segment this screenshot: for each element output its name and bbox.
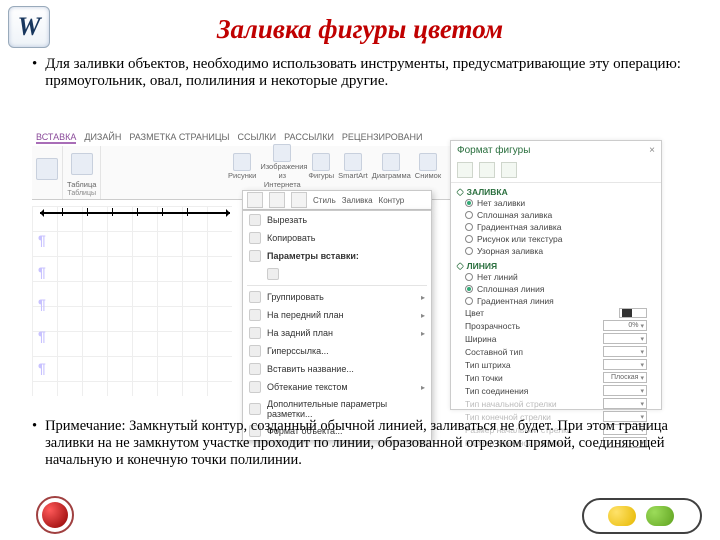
pilcrow-icon: ¶ [38, 296, 46, 312]
ctx-cut[interactable]: Вырезать [243, 211, 431, 229]
line-solid[interactable]: Сплошная линия [457, 283, 655, 295]
line-transparency[interactable]: Прозрачность0% [457, 319, 655, 332]
pilcrow-icon: ¶ [38, 232, 46, 248]
ctx-hyperlink[interactable]: Гиперссылка... [243, 342, 431, 360]
document-canvas[interactable]: ¶ ¶ ¶ ¶ ¶ [32, 206, 232, 396]
line-dash[interactable]: Тип штриха [457, 358, 655, 371]
line-compound[interactable]: Составной тип [457, 345, 655, 358]
format-shape-pane[interactable]: Формат фигуры × ЗАЛИВКА Нет заливки Спло… [450, 140, 662, 410]
nav-green-button[interactable] [646, 506, 674, 526]
shapes-button[interactable] [312, 153, 330, 171]
body-text-2: •Примечание: Замкнутый контур, созданный… [32, 418, 696, 469]
line-heading[interactable]: ЛИНИЯ [457, 261, 655, 271]
paste-option-icon[interactable] [267, 268, 279, 280]
ctx-wrap[interactable]: Обтекание текстом▸ [243, 378, 431, 396]
online-pictures-button[interactable] [273, 144, 291, 162]
pane-title: Формат фигуры [457, 145, 530, 156]
nav-back-button[interactable] [42, 502, 68, 528]
fill-pattern[interactable]: Узорная заливка [457, 245, 655, 257]
pilcrow-icon: ¶ [38, 264, 46, 280]
page-title: Заливка фигуры цветом [0, 14, 720, 45]
body1-text: Для заливки объектов, необходимо использ… [45, 56, 696, 90]
nav-yellow-button[interactable] [608, 506, 636, 526]
mini-toolbar[interactable]: Стиль Заливка Контур [242, 190, 432, 210]
tab-insert[interactable]: ВСТАВКА [36, 132, 76, 144]
table-button[interactable] [71, 153, 93, 175]
fill-button[interactable] [269, 192, 285, 208]
ctx-copy[interactable]: Копировать [243, 229, 431, 247]
pictures-button[interactable] [233, 153, 251, 171]
arrow-shape[interactable] [40, 212, 230, 214]
tab-design[interactable]: ДИЗАЙН [84, 132, 121, 144]
fill-heading[interactable]: ЗАЛИВКА [457, 187, 655, 197]
screenshot-button[interactable] [419, 153, 437, 171]
tab-review[interactable]: РЕЦЕНЗИРОВАНИ [342, 132, 423, 144]
ctx-send-back[interactable]: На задний план▸ [243, 324, 431, 342]
ctx-group[interactable]: Группировать▸ [243, 288, 431, 306]
fill-solid[interactable]: Сплошная заливка [457, 209, 655, 221]
pilcrow-icon: ¶ [38, 360, 46, 376]
begin-arrow-type: Тип начальной стрелки [457, 397, 655, 410]
ctx-caption[interactable]: Вставить название... [243, 360, 431, 378]
fill-gradient[interactable]: Градиентная заливка [457, 221, 655, 233]
context-menu[interactable]: Вырезать Копировать Параметры вставки: Г… [242, 210, 432, 441]
line-gradient[interactable]: Градиентная линия [457, 295, 655, 307]
ribbon-group-pages [32, 146, 63, 199]
style-button[interactable] [247, 192, 263, 208]
smartart-button[interactable] [344, 153, 362, 171]
line-join[interactable]: Тип соединения [457, 384, 655, 397]
body2-text: Примечание: Замкнутый контур, созданный … [45, 418, 696, 469]
fill-picture[interactable]: Рисунок или текстура [457, 233, 655, 245]
pages-icon[interactable] [36, 158, 58, 180]
word-screenshot: ВСТАВКА ДИЗАЙН РАЗМЕТКА СТРАНИЦЫ ССЫЛКИ … [32, 130, 662, 410]
tab-layout[interactable]: РАЗМЕТКА СТРАНИЦЫ [129, 132, 229, 144]
line-width[interactable]: Ширина [457, 332, 655, 345]
paste-icon [249, 250, 261, 262]
ribbon-group-tables: Таблица Таблицы [63, 146, 101, 199]
group-icon [249, 291, 261, 303]
back-icon [249, 327, 261, 339]
tab-mailings[interactable]: РАССЫЛКИ [284, 132, 334, 144]
effects-tab-icon[interactable] [479, 162, 495, 178]
layout-tab-icon[interactable] [501, 162, 517, 178]
link-icon [249, 345, 261, 357]
cut-icon [249, 214, 261, 226]
pilcrow-icon: ¶ [38, 328, 46, 344]
layout-icon [249, 403, 261, 415]
line-none[interactable]: Нет линий [457, 271, 655, 283]
copy-icon [249, 232, 261, 244]
nav-buttons [582, 498, 702, 534]
outline-button[interactable] [291, 192, 307, 208]
ctx-paste-options[interactable]: Параметры вставки: [243, 247, 431, 265]
chart-button[interactable] [382, 153, 400, 171]
close-icon[interactable]: × [649, 145, 655, 156]
body-text-1: •Для заливки объектов, необходимо исполь… [32, 56, 696, 90]
fill-tab-icon[interactable] [457, 162, 473, 178]
line-cap[interactable]: Тип точкиПлоская [457, 371, 655, 384]
ctx-paste-icons[interactable] [243, 265, 431, 283]
caption-icon [249, 363, 261, 375]
wrap-icon [249, 381, 261, 393]
ctx-bring-front[interactable]: На передний план▸ [243, 306, 431, 324]
front-icon [249, 309, 261, 321]
tab-references[interactable]: ССЫЛКИ [238, 132, 277, 144]
line-color[interactable]: Цвет [457, 307, 655, 319]
fill-none[interactable]: Нет заливки [457, 197, 655, 209]
